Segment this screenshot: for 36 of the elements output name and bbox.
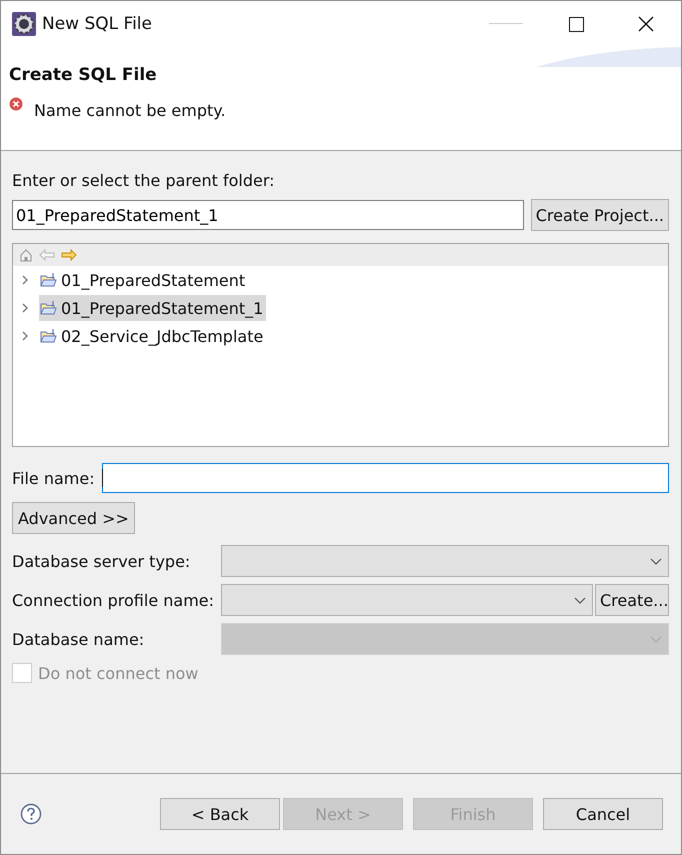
folder-field[interactable]: 01_PreparedStatement_1 [12,200,524,230]
field-label: File name: [12,468,95,488]
gear-icon [11,11,37,37]
forward-arrow-icon [61,249,77,261]
field-label: Enter or select the parent folder: [12,171,276,190]
advanced-button[interactable]: Advanced >> [12,502,135,534]
folder-icon [40,273,57,287]
help-icon [20,803,42,825]
file-name-field[interactable] [102,463,669,493]
error-message: Name cannot be empty. [34,101,226,120]
folder-icon [40,329,57,343]
chevron-down-icon [650,558,662,564]
minimize-icon [489,23,523,25]
tree-item[interactable]: 02_Service_JdbcTemplate [39,323,266,349]
maximize-icon [568,16,584,32]
field-label: Connection profile name: [12,590,216,610]
chevron-down-icon [650,636,662,642]
tree-item[interactable]: 01_PreparedStatement [39,267,248,293]
window-title: New SQL File [42,14,152,34]
field-label: Database name: [12,630,146,648]
cancel-button[interactable]: Cancel [543,798,663,830]
home-icon [19,248,33,262]
field-label: Database server type: [12,552,192,570]
dropdown[interactable] [221,584,593,616]
back-button[interactable]: < Back [160,798,280,830]
tree-item[interactable]: 01_PreparedStatement_1 [39,295,266,321]
close-icon [638,16,654,32]
create-project-button[interactable]: Create Project... [530,199,669,231]
chevron-down-icon [574,596,586,604]
page-title: Create SQL File [9,65,157,85]
checkbox-label: Do not connect now [38,664,198,682]
create-button[interactable]: Create... [595,584,669,616]
dropdown[interactable] [221,545,669,577]
back-arrow-icon [39,249,55,261]
error-icon [9,97,23,111]
folder-icon [40,301,57,315]
